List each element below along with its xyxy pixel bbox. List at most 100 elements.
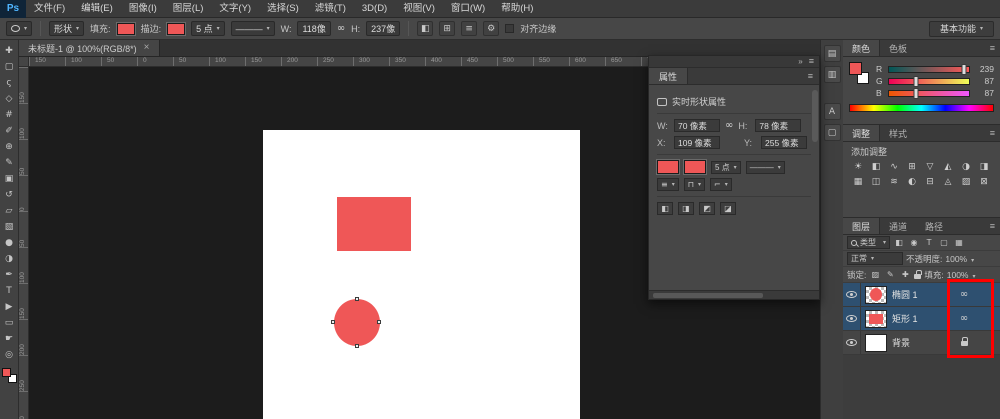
link-icon[interactable] (956, 313, 972, 324)
green-value[interactable]: 87 (974, 76, 994, 86)
shape-width-field[interactable]: 70 像素 (674, 119, 720, 132)
fill-swatch[interactable] (657, 160, 679, 174)
hue-saturation-icon[interactable]: ◭ (939, 159, 957, 174)
curves-icon[interactable]: ∿ (885, 159, 903, 174)
layer-row-ellipse-1[interactable]: 椭圆 1 (843, 283, 1000, 307)
menu-item[interactable]: 编辑(E) (73, 0, 121, 17)
tab-paths[interactable]: 路径 (916, 218, 952, 234)
green-slider[interactable] (888, 75, 970, 87)
slider-thumb[interactable] (913, 75, 919, 87)
workspace-switcher-button[interactable]: 基本功能 (928, 20, 994, 37)
tab-color[interactable]: 颜色 (843, 40, 881, 56)
tool-mode-dropdown[interactable]: 形状 (49, 21, 85, 36)
red-rectangle-shape[interactable] (337, 197, 411, 251)
menu-item[interactable]: 文字(Y) (211, 0, 259, 17)
channel-mixer-icon[interactable]: ◫ (867, 174, 885, 189)
panel-menu[interactable] (985, 125, 1000, 141)
combine-shapes-icon[interactable]: ◧ (657, 202, 673, 215)
tab-layers[interactable]: 图层 (843, 218, 881, 234)
blue-slider[interactable] (888, 87, 970, 99)
filter-shape-layers-icon[interactable]: ▢ (938, 237, 950, 249)
paragraph-panel-icon[interactable]: ▢ (823, 124, 841, 141)
red-slider[interactable] (888, 63, 970, 75)
color-spectrum-ramp[interactable] (849, 104, 994, 112)
eyedropper-tool[interactable]: ✐ (1, 123, 18, 139)
shape-tool[interactable]: ▭ (1, 315, 18, 331)
link-icon[interactable] (956, 289, 972, 300)
tab-channels[interactable]: 通道 (880, 218, 916, 234)
path-selection-tool[interactable]: ▶ (1, 299, 18, 315)
crop-tool[interactable]: # (1, 107, 18, 123)
foreground-color-swatch[interactable] (849, 62, 862, 75)
height-field[interactable]: 237像 (366, 21, 401, 36)
stroke-swatch[interactable] (167, 22, 186, 35)
history-panel-icon[interactable]: ▤ (823, 45, 841, 62)
panel-title-bar[interactable] (649, 56, 819, 68)
shape-height-field[interactable]: 78 像素 (755, 119, 802, 132)
panel-menu[interactable] (985, 218, 1000, 234)
layer-name[interactable]: 矩形 1 (892, 312, 918, 325)
threshold-icon[interactable]: ◬ (939, 174, 957, 189)
shape-x-field[interactable]: 109 像素 (674, 136, 720, 149)
align-edges-checkbox[interactable] (505, 24, 515, 33)
photo-filter-icon[interactable]: ▦ (849, 174, 867, 189)
levels-icon[interactable]: ◧ (867, 159, 885, 174)
document-tab[interactable]: 未标题-1 @ 100%(RGB/8*) × (19, 40, 160, 56)
exposure-icon[interactable]: ⊞ (903, 159, 921, 174)
vibrance-icon[interactable]: ▽ (921, 159, 939, 174)
blur-tool[interactable]: ● (1, 235, 18, 251)
menu-item[interactable]: 视图(V) (395, 0, 443, 17)
color-lookup-icon[interactable]: ≋ (885, 174, 903, 189)
filter-smart-objects-icon[interactable]: ▦ (953, 237, 965, 249)
opacity-value[interactable]: 100% (945, 254, 974, 264)
path-alignment-icon[interactable]: ⊞ (439, 21, 456, 36)
vertical-ruler[interactable]: 150 100 50 0 50 100 150 200 250300 (19, 67, 29, 419)
anchor-point-right[interactable] (377, 320, 381, 324)
shape-y-field[interactable]: 255 像素 (761, 136, 807, 149)
panel-menu-icon[interactable] (809, 56, 814, 67)
scrollbar-thumb[interactable] (812, 90, 818, 142)
anchor-point-left[interactable] (331, 320, 335, 324)
quick-selection-tool[interactable]: ◇ (1, 91, 18, 107)
color-balance-icon[interactable]: ◑ (957, 159, 975, 174)
dodge-tool[interactable]: ◑ (1, 251, 18, 267)
exclude-overlapping-shapes-icon[interactable]: ◪ (720, 202, 736, 215)
brightness-contrast-icon[interactable]: ☀ (849, 159, 867, 174)
zoom-tool[interactable]: ◎ (1, 347, 18, 363)
anchor-point-bottom[interactable] (355, 344, 359, 348)
marquee-tool[interactable]: ▢ (1, 59, 18, 75)
gradient-map-icon[interactable]: ▨ (957, 174, 975, 189)
menu-item[interactable]: 图像(I) (121, 0, 165, 17)
lock-transparent-pixels-icon[interactable]: ▨ (869, 269, 881, 281)
link-icon[interactable] (725, 120, 733, 131)
tab-properties[interactable]: 属性 (649, 68, 689, 84)
layer-name[interactable]: 背景 (892, 336, 910, 349)
healing-brush-tool[interactable]: ⊕ (1, 139, 18, 155)
subtract-front-shape-icon[interactable]: ◨ (678, 202, 694, 215)
document-canvas[interactable] (263, 130, 580, 419)
blend-mode-dropdown[interactable]: 正常 (847, 252, 903, 265)
stroke-corner-icon[interactable]: ⌐ (709, 178, 732, 191)
history-brush-tool[interactable]: ↺ (1, 187, 18, 203)
link-dimensions-icon[interactable] (337, 23, 345, 34)
menu-item[interactable]: 3D(D) (354, 0, 395, 17)
tool-preset-picker[interactable] (6, 21, 33, 36)
layer-thumbnail[interactable] (865, 285, 887, 304)
panel-bottom-scrollbar[interactable] (649, 290, 819, 299)
stroke-style-dropdown[interactable]: ——— (230, 21, 275, 36)
fill-swatch[interactable] (116, 22, 135, 35)
layers-empty-area[interactable] (843, 355, 1000, 419)
filter-type-dropdown[interactable]: 类型 (847, 236, 891, 249)
panel-menu[interactable] (985, 40, 1000, 56)
filter-type-layers-icon[interactable]: T (923, 237, 935, 249)
filter-adjustment-layers-icon[interactable]: ◉ (908, 237, 920, 249)
lock-image-pixels-icon[interactable]: ✎ (884, 269, 896, 281)
path-arrangement-icon[interactable]: ≡ (461, 21, 478, 36)
filter-pixel-layers-icon[interactable]: ◧ (893, 237, 905, 249)
stroke-cap-icon[interactable]: ⊓ (683, 178, 705, 191)
actions-panel-icon[interactable]: ▥ (823, 66, 841, 83)
invert-icon[interactable]: ◐ (903, 174, 921, 189)
stroke-style-dropdown[interactable]: ——— (745, 160, 785, 174)
menu-item[interactable]: 帮助(H) (493, 0, 541, 17)
type-tool[interactable]: T (1, 283, 18, 299)
